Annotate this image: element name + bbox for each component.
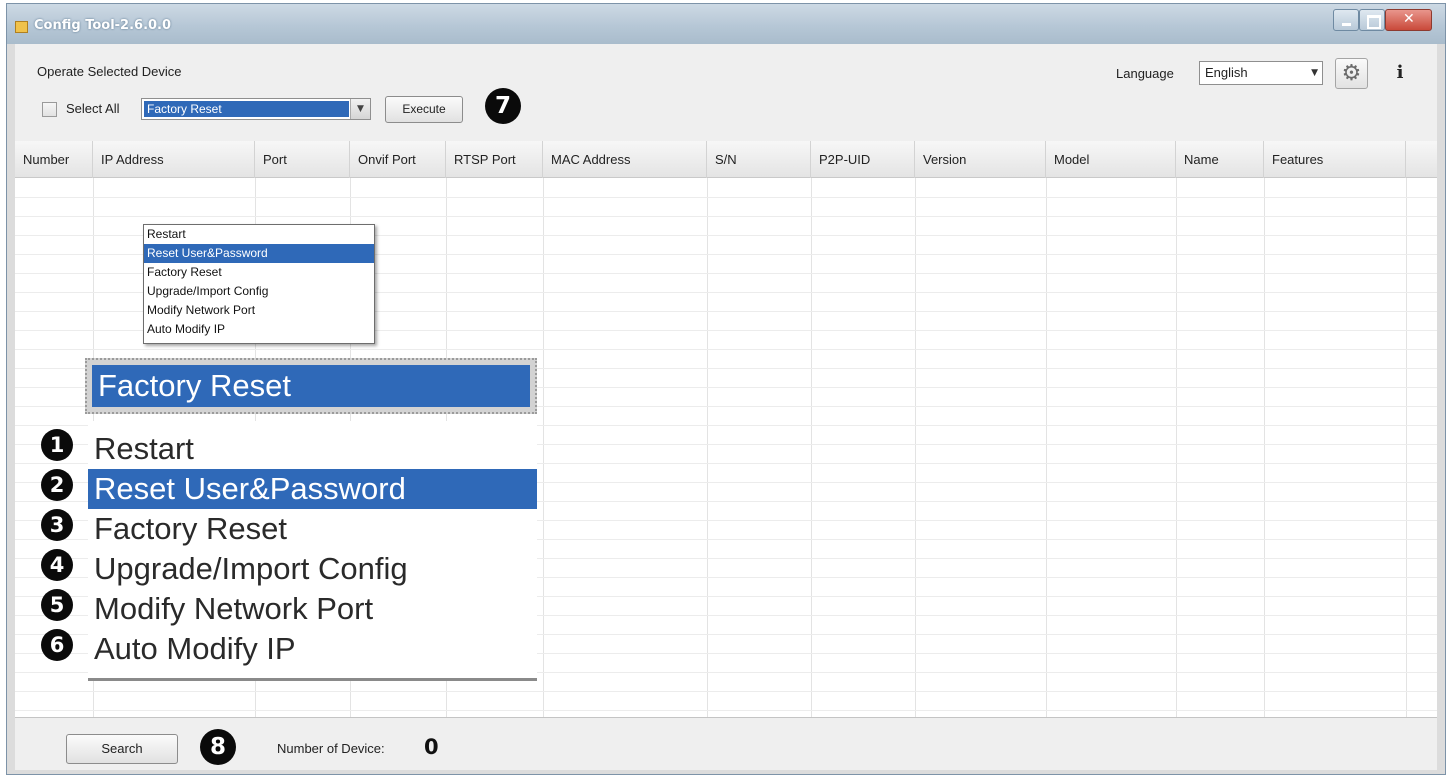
grid-line [15, 691, 1437, 692]
chevron-down-icon[interactable]: ▼ [1311, 68, 1318, 78]
grid-line [15, 349, 1437, 350]
grid-line [15, 216, 1437, 217]
column-header-port[interactable]: Port [255, 141, 350, 178]
column-header-number[interactable]: Number [15, 141, 93, 178]
grid-line [1046, 178, 1047, 717]
app-icon [15, 21, 28, 33]
info-icon[interactable]: i [1389, 60, 1411, 86]
grid-line [915, 178, 916, 717]
option-auto-modify-ip[interactable]: Auto Modify IP [144, 320, 374, 339]
column-header-p2p-uid[interactable]: P2P-UID [811, 141, 915, 178]
column-header-features[interactable]: Features [1264, 141, 1406, 178]
zoomed-combo: Factory Reset [85, 358, 537, 414]
callout-marker-5: 5 [41, 589, 73, 621]
column-header-onvif-port[interactable]: Onvif Port [350, 141, 446, 178]
column-header-mac-address[interactable]: MAC Address [543, 141, 707, 178]
callout-marker-7: 7 [485, 88, 521, 124]
operate-selected-device-label: Operate Selected Device [37, 64, 182, 79]
zoomed-option-reset-user-password: Reset User&Password [88, 469, 537, 509]
callout-marker-6: 6 [41, 629, 73, 661]
zoomed-option-restart: Restart [94, 431, 194, 466]
option-reset-user-password[interactable]: Reset User&Password [144, 244, 374, 263]
device-count-label: Number of Device: [277, 741, 385, 756]
minimize-button[interactable] [1333, 9, 1359, 31]
device-count-value: 0 [424, 735, 439, 759]
gear-icon[interactable]: ⚙ [1335, 58, 1368, 89]
grid-line [1176, 178, 1177, 717]
zoomed-dropdown-callout: Factory Reset Restart Reset User&Passwor… [85, 358, 537, 681]
column-header-model[interactable]: Model [1046, 141, 1176, 178]
window-title: Config Tool-2.6.0.0 [34, 18, 172, 33]
grid-line [707, 178, 708, 717]
zoomed-option-auto-modify-ip: Auto Modify IP [94, 631, 296, 666]
grid-line [543, 178, 544, 717]
grid-line [15, 710, 1437, 711]
title-bar: Config Tool-2.6.0.0 [7, 4, 1445, 44]
column-header-ip-address[interactable]: IP Address [93, 141, 255, 178]
search-button[interactable]: Search [66, 734, 178, 764]
column-header-sn[interactable]: S/N [707, 141, 811, 178]
execute-button[interactable]: Execute [385, 96, 463, 123]
client-area: Operate Selected Device Select All Facto… [15, 44, 1437, 770]
callout-marker-8: 8 [200, 729, 236, 765]
zoomed-option-modify-network-port: Modify Network Port [94, 591, 374, 626]
operation-selected-value: Factory Reset [144, 101, 349, 117]
device-table: Number IP Address Port Onvif Port RTSP P… [15, 141, 1437, 717]
zoomed-option-factory-reset: Factory Reset [94, 511, 287, 546]
language-value: English [1205, 65, 1248, 80]
config-tool-window: Config Tool-2.6.0.0 Operate Selected Dev… [6, 3, 1446, 775]
language-dropdown[interactable]: English ▼ [1199, 61, 1323, 85]
select-all-label[interactable]: Select All [66, 101, 119, 116]
grid-line [811, 178, 812, 717]
select-all-checkbox[interactable] [42, 102, 57, 117]
option-modify-network-port[interactable]: Modify Network Port [144, 301, 374, 320]
option-upgrade-import-config[interactable]: Upgrade/Import Config [144, 282, 374, 301]
grid-line [1406, 178, 1407, 717]
option-factory-reset[interactable]: Factory Reset [144, 263, 374, 282]
option-restart[interactable]: Restart [144, 225, 374, 244]
maximize-button[interactable] [1359, 9, 1385, 31]
close-button[interactable] [1385, 9, 1432, 31]
zoomed-combo-value: Factory Reset [92, 365, 530, 407]
zoomed-options-list: Restart Reset User&Password Factory Rese… [88, 421, 537, 681]
grid-line [15, 197, 1437, 198]
zoomed-option-upgrade-import-config: Upgrade/Import Config [94, 551, 408, 586]
grid-line [1264, 178, 1265, 717]
operation-dropdown[interactable]: Factory Reset ▼ [141, 98, 371, 120]
column-header-version[interactable]: Version [915, 141, 1046, 178]
operation-options-list: Restart Reset User&Password Factory Rese… [143, 224, 375, 344]
callout-marker-4: 4 [41, 549, 73, 581]
callout-marker-1: 1 [41, 429, 73, 461]
column-header-rtsp-port[interactable]: RTSP Port [446, 141, 543, 178]
chevron-down-icon[interactable]: ▼ [350, 99, 370, 119]
language-label: Language [1116, 66, 1174, 81]
column-header-name[interactable]: Name [1176, 141, 1264, 178]
callout-marker-2: 2 [41, 469, 73, 501]
table-header: Number IP Address Port Onvif Port RTSP P… [15, 141, 1437, 178]
callout-marker-3: 3 [41, 509, 73, 541]
